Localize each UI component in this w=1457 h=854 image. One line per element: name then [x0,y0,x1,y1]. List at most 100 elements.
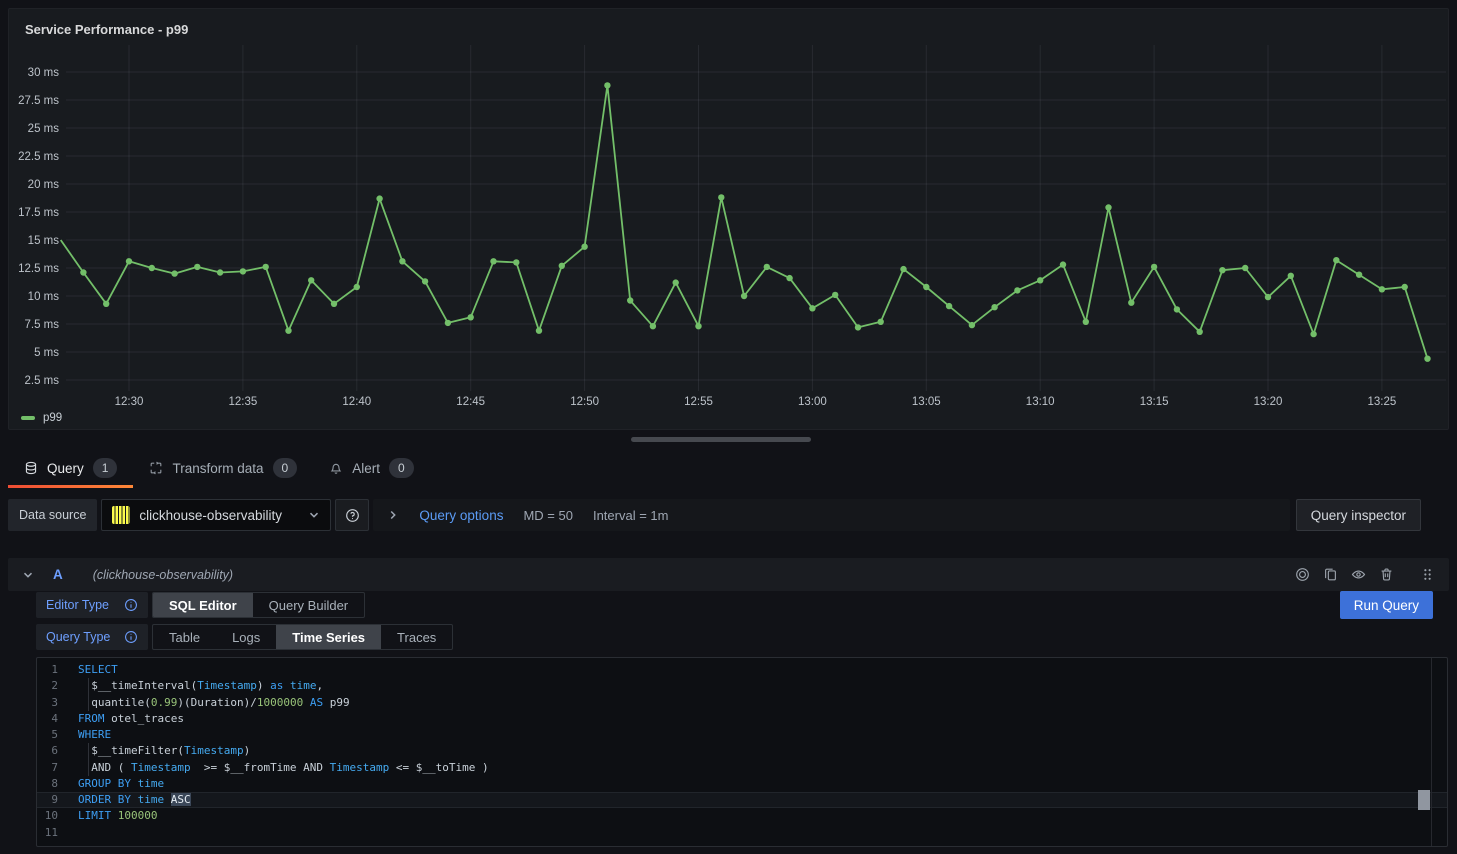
data-point[interactable] [878,319,884,325]
query-type-option-time-series[interactable]: Time Series [276,625,381,649]
data-point[interactable] [1197,329,1203,335]
data-point[interactable] [991,304,997,310]
line-number: 1 [37,662,78,678]
info-circle-icon[interactable] [124,598,138,612]
duplicate-icon[interactable] [1322,567,1339,582]
panel-resize-handle[interactable] [631,437,811,442]
data-point[interactable] [1128,300,1134,306]
data-point[interactable] [923,284,929,290]
data-point[interactable] [263,264,269,270]
query-inspector-button[interactable]: Query inspector [1296,499,1421,531]
data-point[interactable] [1402,284,1408,290]
data-point[interactable] [809,305,815,311]
code-line-11: 11 [37,825,1447,841]
timeseries-chart[interactable]: 2.5 ms5 ms7.5 ms10 ms12.5 ms15 ms17.5 ms… [9,9,1448,429]
tab-transform-data[interactable]: Transform data0 [133,448,313,488]
query-datasource-note: (clickhouse-observability) [93,568,233,582]
data-point[interactable] [171,270,177,276]
tab-alert[interactable]: Alert0 [313,448,429,488]
data-point[interactable] [445,320,451,326]
y-tick-label: 2.5 ms [24,375,59,387]
code-line-9: 9ORDER BY time ASC [37,792,1447,808]
disable-icon[interactable] [1294,567,1311,582]
data-point[interactable] [422,278,428,284]
data-point[interactable] [1037,277,1043,283]
data-point[interactable] [194,264,200,270]
editor-type-option-sql-editor[interactable]: SQL Editor [153,593,253,617]
data-point[interactable] [103,301,109,307]
data-point[interactable] [399,258,405,264]
datasource-help-button[interactable] [335,499,369,531]
data-point[interactable] [1174,306,1180,312]
tab-label: Query [47,461,84,476]
data-point[interactable] [1060,261,1066,267]
data-point[interactable] [1219,267,1225,273]
info-circle-icon[interactable] [124,630,138,644]
data-point[interactable] [1151,264,1157,270]
data-point[interactable] [855,324,861,330]
data-point[interactable] [764,264,770,270]
data-point[interactable] [1105,204,1111,210]
data-point[interactable] [490,258,496,264]
data-point[interactable] [969,322,975,328]
data-point[interactable] [1288,273,1294,279]
data-point[interactable] [695,323,701,329]
x-tick-label: 12:55 [684,396,713,408]
data-point[interactable] [1424,356,1430,362]
x-tick-label: 12:30 [115,396,144,408]
chevron-right-icon[interactable] [387,509,399,521]
data-point[interactable] [1242,265,1248,271]
run-query-button[interactable]: Run Query [1340,591,1433,619]
tab-query[interactable]: Query1 [8,448,133,488]
data-point[interactable] [650,323,656,329]
data-point[interactable] [285,328,291,334]
hide-icon[interactable] [1350,567,1367,582]
legend-series-label[interactable]: p99 [43,412,62,424]
data-point[interactable] [217,269,223,275]
timeseries-panel: Service Performance - p99 2.5 ms5 ms7.5 … [8,8,1449,430]
data-point[interactable] [946,303,952,309]
data-point[interactable] [536,328,542,334]
data-point[interactable] [80,269,86,275]
data-point[interactable] [1265,294,1271,300]
data-point[interactable] [1310,331,1316,337]
data-point[interactable] [581,244,587,250]
query-options-link[interactable]: Query options [419,508,503,523]
delete-icon[interactable] [1378,567,1395,582]
data-point[interactable] [786,275,792,281]
line-number: 7 [37,760,78,776]
data-point[interactable] [718,194,724,200]
datasource-picker[interactable]: clickhouse-observability [101,499,331,531]
data-point[interactable] [1014,287,1020,293]
data-point[interactable] [376,195,382,201]
drag-handle-icon[interactable] [1420,567,1435,582]
data-point[interactable] [832,292,838,298]
data-point[interactable] [741,293,747,299]
data-point[interactable] [331,301,337,307]
data-point[interactable] [673,279,679,285]
data-point[interactable] [1333,257,1339,263]
chart-legend: p99 [21,412,62,424]
data-point[interactable] [126,258,132,264]
data-point[interactable] [559,263,565,269]
data-point[interactable] [513,259,519,265]
data-point[interactable] [604,82,610,88]
data-point[interactable] [1379,286,1385,292]
query-type-option-table[interactable]: Table [153,625,216,649]
data-point[interactable] [308,277,314,283]
x-tick-label: 13:15 [1140,396,1169,408]
data-point[interactable] [900,266,906,272]
collapse-chevron-down-icon[interactable] [22,569,34,581]
data-point[interactable] [1356,272,1362,278]
query-type-option-traces[interactable]: Traces [381,625,452,649]
editor-type-option-query-builder[interactable]: Query Builder [253,593,364,617]
data-point[interactable] [627,297,633,303]
query-type-option-logs[interactable]: Logs [216,625,276,649]
data-point[interactable] [1083,319,1089,325]
data-point[interactable] [149,265,155,271]
indent-guide [88,678,89,694]
data-point[interactable] [468,314,474,320]
data-point[interactable] [354,284,360,290]
sql-code-editor[interactable]: 1SELECT2 $__timeInterval(Timestamp) as t… [36,657,1448,847]
data-point[interactable] [240,268,246,274]
